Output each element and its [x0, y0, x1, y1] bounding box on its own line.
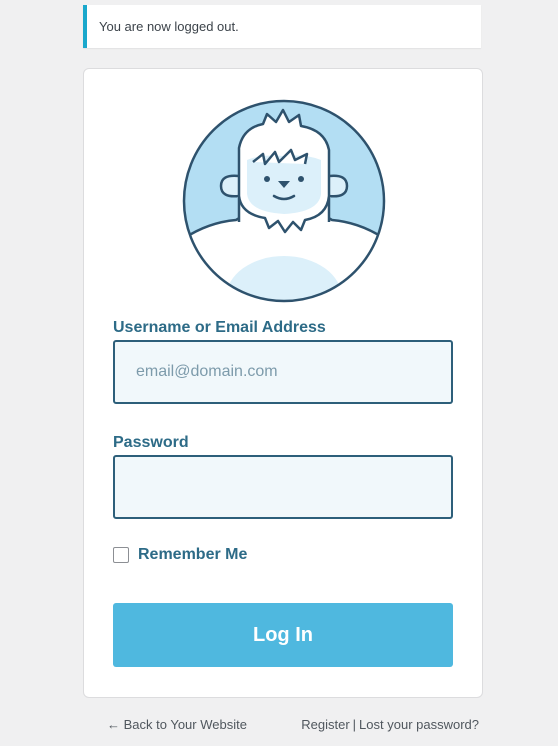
login-button[interactable]: Log In — [113, 603, 453, 667]
lost-password-link[interactable]: Lost your password? — [359, 717, 479, 732]
register-link[interactable]: Register — [301, 717, 349, 732]
login-form-card: Username or Email Address Password Remem… — [83, 68, 483, 698]
username-input[interactable] — [113, 340, 453, 404]
password-label: Password — [113, 434, 189, 451]
footer-links: Register | Lost your password? — [301, 717, 479, 732]
logout-notice: You are now logged out. — [83, 5, 481, 48]
username-label: Username or Email Address — [113, 319, 326, 336]
footer-separator: | — [352, 717, 357, 732]
remember-me-checkbox[interactable] — [113, 547, 129, 563]
remember-me-label[interactable]: Remember Me — [138, 546, 247, 564]
notice-message: You are now logged out. — [99, 19, 239, 34]
back-to-website-link[interactable]: ← Back to Your Website — [107, 717, 247, 732]
remember-me-row[interactable]: Remember Me — [113, 546, 247, 564]
footer-back: ← Back to Your Website — [107, 717, 247, 732]
password-input[interactable] — [113, 455, 453, 519]
yeti-avatar-icon — [182, 99, 386, 303]
